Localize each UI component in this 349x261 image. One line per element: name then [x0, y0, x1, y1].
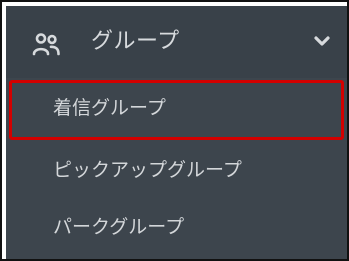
- sidebar-menu: グループ 着信グループ ピックアップグループ パークグループ: [6, 6, 347, 259]
- group-menu-header[interactable]: グループ: [6, 6, 347, 78]
- submenu-item-pickup-group[interactable]: ピックアップグループ: [6, 142, 347, 200]
- users-icon: [32, 33, 60, 56]
- submenu-item-park-group[interactable]: パークグループ: [6, 199, 347, 257]
- submenu-item-label: ピックアップグループ: [53, 159, 242, 181]
- group-menu-label: グループ: [91, 29, 180, 54]
- chevron-down-icon[interactable]: [314, 35, 330, 47]
- submenu-item-label: 着信グループ: [53, 97, 166, 119]
- submenu-item-incoming-group[interactable]: 着信グループ: [6, 80, 347, 138]
- screenshot-frame: グループ 着信グループ ピックアップグループ パークグループ: [0, 0, 349, 261]
- submenu-item-label: パークグループ: [53, 216, 185, 238]
